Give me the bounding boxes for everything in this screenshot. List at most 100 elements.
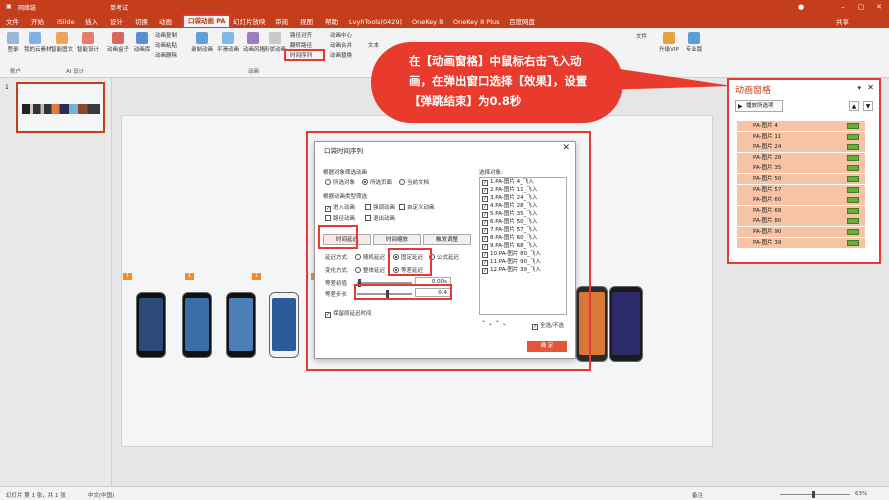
timing-bar[interactable] xyxy=(847,197,859,204)
tab-file[interactable]: 文件 xyxy=(6,16,19,28)
timing-bar[interactable] xyxy=(847,218,859,225)
anim-item[interactable]: PA-图片 4 xyxy=(737,121,865,131)
keep-original-checkbox[interactable]: 保留原延迟时间 xyxy=(325,309,372,318)
anim-item[interactable]: PA-图片 39 xyxy=(737,237,865,248)
list-item[interactable]: 1.PA-图片 4_飞入 xyxy=(480,178,566,186)
anim-merge-button[interactable]: 动画合并 xyxy=(330,41,352,49)
anim-item[interactable]: PA-图片 28 xyxy=(737,152,865,163)
anim-replace-button[interactable]: 动画替换 xyxy=(330,51,352,59)
list-item[interactable]: 4.PA-图片 28_飞入 xyxy=(480,202,566,210)
user-icon[interactable]: ● xyxy=(796,2,806,12)
file-button[interactable]: 文件 xyxy=(636,32,647,40)
anim-box-button[interactable]: 动画盒子 xyxy=(106,32,130,53)
tab-review[interactable]: 审阅 xyxy=(275,16,288,28)
play-selected-button[interactable]: ▶ 播放所选项 xyxy=(735,100,783,112)
timing-bar[interactable] xyxy=(847,239,859,246)
pro-button[interactable]: 专业版 xyxy=(683,32,705,53)
tab-onekey8[interactable]: OneKey 8 xyxy=(412,16,443,28)
anim-item[interactable]: PA-图片 68 xyxy=(737,205,865,216)
anim-item[interactable]: PA-图片 90 xyxy=(737,227,865,237)
type-path-checkbox[interactable]: 路径动画 xyxy=(325,214,355,222)
formula-delay-radio[interactable]: 公式延迟 xyxy=(429,253,459,261)
timing-bar[interactable] xyxy=(847,207,859,214)
tab-help[interactable]: 帮助 xyxy=(325,16,338,28)
timing-bar[interactable] xyxy=(847,229,859,235)
zoom-slider[interactable] xyxy=(780,494,850,495)
maximize-icon[interactable]: ▢ xyxy=(856,2,866,12)
opt-current-doc[interactable]: 当前文档 xyxy=(399,178,429,186)
tab-view[interactable]: 视图 xyxy=(300,16,313,28)
tab-design[interactable]: 设计 xyxy=(110,16,123,28)
close-icon[interactable]: ✕ xyxy=(874,2,884,12)
tab-pocket-animation[interactable]: 口袋动画 PA xyxy=(182,14,232,29)
smart-text-button[interactable]: 智能图文 xyxy=(50,32,74,53)
tab-lvyhtools[interactable]: LvyhTools(0429) xyxy=(349,16,402,28)
anim-item[interactable]: PA-图片 60 xyxy=(737,195,865,206)
path-reverse-button[interactable]: 翻转路径 xyxy=(290,41,312,49)
timing-bar[interactable] xyxy=(847,186,859,193)
tab-trigger-adjust[interactable]: 触发调整 xyxy=(423,234,471,245)
list-item[interactable]: 11.PA-图片 90_飞入 xyxy=(480,258,566,266)
object-list[interactable]: 1.PA-图片 4_飞入 2.PA-图片 11_飞入 3.PA-图片 24_飞入… xyxy=(479,177,567,315)
type-emph-checkbox[interactable]: 强调动画 xyxy=(365,203,395,211)
tab-transition[interactable]: 切换 xyxy=(135,16,148,28)
list-item[interactable]: 10.PA-图片 80_飞入 xyxy=(480,250,566,258)
timing-bar[interactable] xyxy=(847,144,859,151)
list-item[interactable]: 6.PA-图片 50_飞入 xyxy=(480,218,566,226)
type-enter-checkbox[interactable]: 进入动画 xyxy=(325,203,355,212)
anim-center-button[interactable]: 动画中心 xyxy=(330,31,352,39)
tab-islide[interactable]: iSlide xyxy=(57,16,75,28)
zoom-knob[interactable] xyxy=(812,491,815,498)
close-icon[interactable]: ✕ xyxy=(562,143,570,153)
type-exit-checkbox[interactable]: 退出动画 xyxy=(365,214,395,222)
phone-image[interactable] xyxy=(226,292,256,358)
record-anim-button[interactable]: 录制动画 xyxy=(190,32,214,53)
text-button[interactable]: 文本 xyxy=(368,41,379,49)
close-icon[interactable]: ✕ xyxy=(867,83,874,92)
upgrade-vip-button[interactable]: 升级VIP xyxy=(657,32,681,53)
cloud-button[interactable]: 我的云素材 xyxy=(24,32,52,53)
select-all-checkbox[interactable]: 全选/不选 xyxy=(532,321,564,330)
tab-animation[interactable]: 动画 xyxy=(159,16,172,28)
anim-item[interactable]: PA-图片 57 xyxy=(737,184,865,195)
list-item[interactable]: 8.PA-图片 60_飞入 xyxy=(480,234,566,242)
list-item[interactable]: 9.PA-图片 68_飞入 xyxy=(480,242,566,250)
autosave-icon[interactable]: ▣ xyxy=(6,3,12,10)
anim-lib-button[interactable]: 动画库 xyxy=(132,32,152,53)
notes-button[interactable]: 备注 xyxy=(692,491,703,499)
tab-home[interactable]: 开始 xyxy=(31,16,44,28)
share-button[interactable]: 共享 xyxy=(836,16,849,28)
move-up-icon[interactable]: ▲ xyxy=(849,101,859,111)
smooth-anim-button[interactable]: 平滑动画 xyxy=(216,32,240,53)
timing-bar[interactable] xyxy=(847,165,859,172)
opt-selected-page[interactable]: 所选页面 xyxy=(362,178,392,186)
anim-item[interactable]: PA-图片 24 xyxy=(737,142,865,153)
tab-onekey8plus[interactable]: OneKey 8 Plus xyxy=(453,16,500,28)
move-down-icon[interactable]: ▼ xyxy=(863,101,873,111)
random-delay-radio[interactable]: 随机延迟 xyxy=(355,253,385,261)
phone-image[interactable] xyxy=(182,292,212,358)
timing-bar[interactable] xyxy=(847,176,859,182)
tab-slideshow[interactable]: 幻灯片放映 xyxy=(233,16,266,28)
smart-design-button[interactable]: 智能设计 xyxy=(76,32,100,53)
timing-bar[interactable] xyxy=(847,133,859,140)
ok-button[interactable]: 确 定 xyxy=(527,341,567,352)
minimize-icon[interactable]: – xyxy=(838,2,848,12)
list-item[interactable]: 5.PA-图片 35_飞入 xyxy=(480,210,566,218)
tab-time-scale[interactable]: 时间缩放 xyxy=(373,234,421,245)
timing-bar[interactable] xyxy=(847,123,859,129)
timing-bar[interactable] xyxy=(847,154,859,161)
whole-delay-radio[interactable]: 整体延迟 xyxy=(355,266,385,274)
tab-baidu-netdisk[interactable]: 百度网盘 xyxy=(509,16,535,28)
anim-style-button[interactable]: 动画风格 xyxy=(243,32,265,53)
anim-paste-button[interactable]: 动画粘贴 xyxy=(155,41,177,49)
phone-image[interactable] xyxy=(269,292,299,358)
type-custom-checkbox[interactable]: 自定义动画 xyxy=(399,203,435,211)
tab-insert[interactable]: 插入 xyxy=(85,16,98,28)
login-button[interactable]: 登录 xyxy=(4,32,22,53)
list-item[interactable]: 3.PA-图片 24_飞入 xyxy=(480,194,566,202)
anim-delete-button[interactable]: 动画删除 xyxy=(155,51,177,59)
anim-copy-button[interactable]: 动画复制 xyxy=(155,31,177,39)
list-item[interactable]: 7.PA-图片 57_飞入 xyxy=(480,226,566,234)
phone-image[interactable] xyxy=(136,292,166,358)
